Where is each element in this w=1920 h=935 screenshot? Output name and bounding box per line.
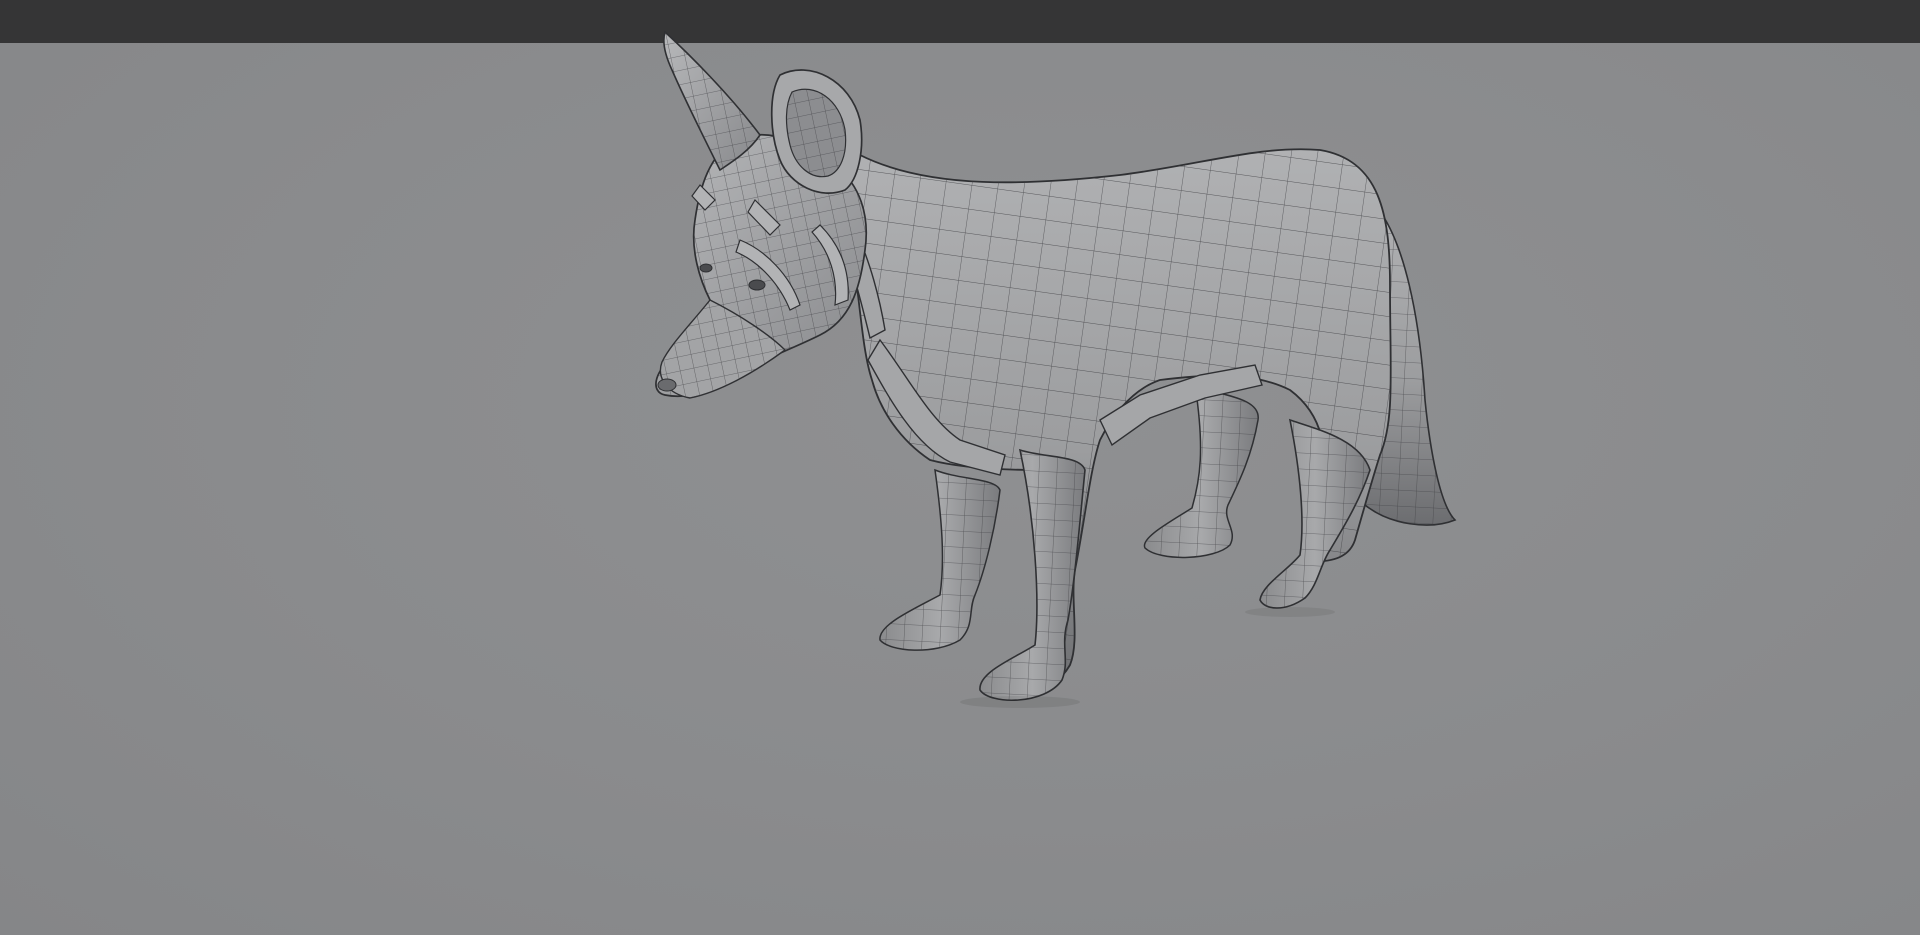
- eye-right: [748, 279, 766, 291]
- front-left-leg: [879, 468, 1001, 651]
- eye-left: [699, 263, 713, 273]
- nose: [657, 378, 677, 392]
- ear-left: [663, 30, 761, 172]
- shadow: [960, 696, 1080, 708]
- app-window: [0, 0, 1920, 935]
- shadow: [1245, 607, 1335, 617]
- wolf-model[interactable]: [0, 0, 1920, 935]
